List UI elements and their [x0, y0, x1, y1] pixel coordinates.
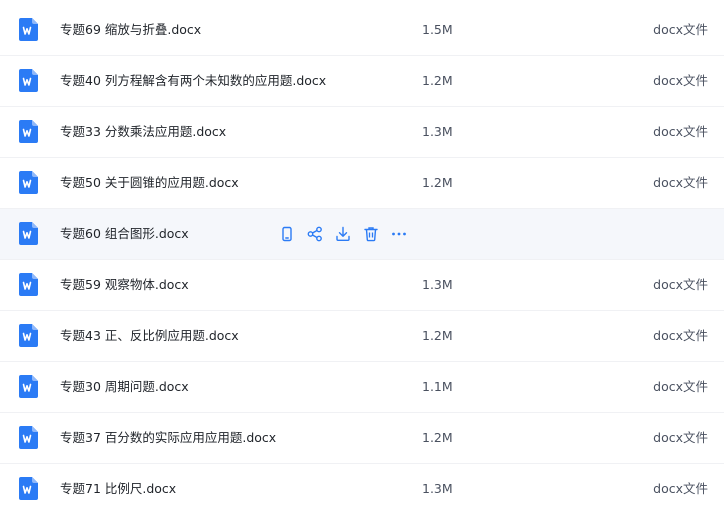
file-type: docx文件 [653, 430, 708, 445]
file-size: 1.2M [422, 175, 453, 190]
file-name[interactable]: 专题60 组合图形.docx [60, 209, 189, 259]
word-file-icon [19, 273, 38, 296]
file-type: docx文件 [653, 379, 708, 394]
more-icon[interactable] [390, 225, 408, 243]
word-file-icon [19, 171, 38, 194]
file-row[interactable]: 专题71 比例尺.docx 1.3M docx文件 [0, 464, 724, 508]
file-type: docx文件 [653, 22, 708, 37]
file-name[interactable]: 专题30 周期问题.docx [60, 362, 189, 412]
file-row[interactable]: 专题69 缩放与折叠.docx 1.5M docx文件 [0, 5, 724, 56]
file-row[interactable]: 专题50 关于圆锥的应用题.docx 1.2M docx文件 [0, 158, 724, 209]
file-size: 1.5M [422, 22, 453, 37]
file-size: 1.1M [422, 379, 453, 394]
word-file-icon [19, 324, 38, 347]
file-row[interactable]: 专题59 观察物体.docx 1.3M docx文件 [0, 260, 724, 311]
file-row[interactable]: 专题33 分数乘法应用题.docx 1.3M docx文件 [0, 107, 724, 158]
delete-icon[interactable] [362, 225, 380, 243]
file-type: docx文件 [653, 481, 708, 496]
file-size: 1.3M [422, 277, 453, 292]
file-name[interactable]: 专题59 观察物体.docx [60, 260, 189, 310]
file-name[interactable]: 专题50 关于圆锥的应用题.docx [60, 158, 239, 208]
word-file-icon [19, 426, 38, 449]
file-name[interactable]: 专题33 分数乘法应用题.docx [60, 107, 226, 157]
file-row[interactable]: 专题43 正、反比例应用题.docx 1.2M docx文件 [0, 311, 724, 362]
file-name[interactable]: 专题69 缩放与折叠.docx [60, 5, 201, 55]
file-row[interactable]: 专题37 百分数的实际应用应用题.docx 1.2M docx文件 [0, 413, 724, 464]
file-size: 1.3M [422, 481, 453, 496]
word-file-icon [19, 120, 38, 143]
download-icon[interactable] [334, 225, 352, 243]
file-type: docx文件 [653, 73, 708, 88]
file-size: 1.2M [422, 73, 453, 88]
file-type: docx文件 [653, 328, 708, 343]
word-file-icon [19, 375, 38, 398]
file-size: 1.2M [422, 430, 453, 445]
word-file-icon [19, 477, 38, 500]
share-icon[interactable] [306, 225, 324, 243]
file-size: 1.3M [422, 124, 453, 139]
file-name[interactable]: 专题40 列方程解含有两个未知数的应用题.docx [60, 56, 326, 106]
file-row[interactable]: 专题40 列方程解含有两个未知数的应用题.docx 1.2M docx文件 [0, 56, 724, 107]
file-list: 专题69 缩放与折叠.docx 1.5M docx文件 专题40 列方程解含有两… [0, 0, 724, 508]
word-file-icon [19, 18, 38, 41]
file-type: docx文件 [653, 175, 708, 190]
file-type: docx文件 [653, 277, 708, 292]
file-type: docx文件 [653, 124, 708, 139]
file-name[interactable]: 专题71 比例尺.docx [60, 464, 176, 508]
file-row[interactable]: 专题30 周期问题.docx 1.1M docx文件 [0, 362, 724, 413]
file-row-hovered[interactable]: 专题60 组合图形.docx [0, 209, 724, 260]
file-name[interactable]: 专题43 正、反比例应用题.docx [60, 311, 239, 361]
file-name[interactable]: 专题37 百分数的实际应用应用题.docx [60, 413, 276, 463]
word-file-icon [19, 69, 38, 92]
word-file-icon [19, 222, 38, 245]
file-size: 1.2M [422, 328, 453, 343]
phone-icon[interactable] [278, 225, 296, 243]
